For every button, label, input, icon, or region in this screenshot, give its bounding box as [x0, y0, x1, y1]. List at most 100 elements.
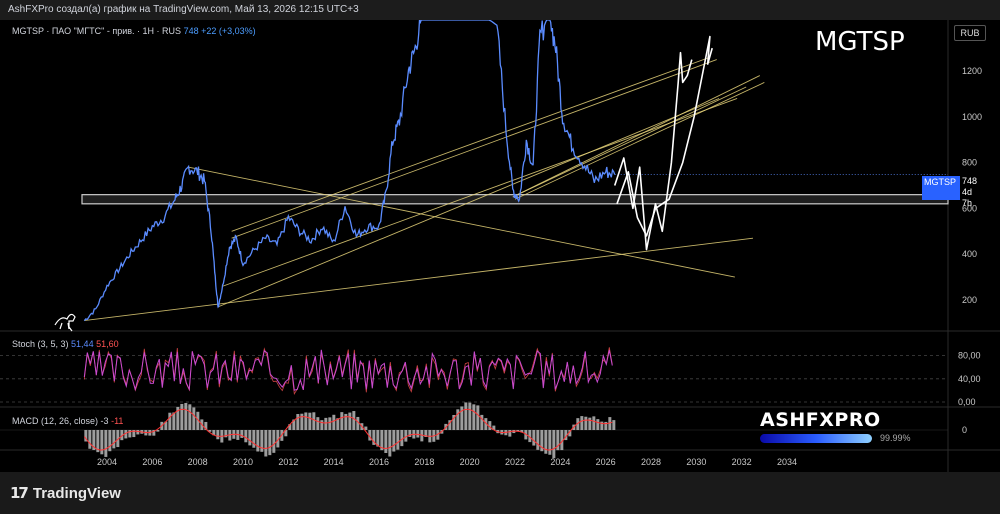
forecast-drawing	[613, 51, 693, 251]
trend-line	[84, 237, 754, 322]
currency-button[interactable]: RUB	[954, 25, 986, 41]
macd-label: MACD (12, 26, close)	[12, 416, 99, 426]
macd-histogram-bar	[264, 430, 268, 457]
macd-histogram-bar	[384, 430, 388, 454]
macd-histogram-bar	[248, 430, 252, 446]
trend-line	[188, 166, 735, 278]
macd-histogram-bar	[532, 430, 536, 446]
stoch-legend[interactable]: Stoch (3, 5, 3) 51,44 51,60	[12, 339, 119, 349]
macd-histogram-bar	[392, 430, 396, 452]
price-tag: MGTSP 748 4d 7h	[922, 176, 977, 208]
macd-histogram-bar	[216, 430, 220, 440]
macd-histogram-bar	[112, 430, 116, 449]
macd-histogram-bar	[472, 404, 476, 430]
y-tick-label: 1000	[962, 112, 982, 122]
price-change: +22 (+3,03%)	[201, 26, 256, 36]
macd-histogram-bar	[312, 412, 316, 430]
macd-histogram-bar	[180, 403, 184, 430]
macd-histogram-bar	[240, 430, 244, 438]
ticker-watermark: MGTSP	[815, 27, 905, 57]
macd-histogram-bar	[588, 417, 592, 430]
y-tick-label: 400	[962, 249, 977, 259]
macd-histogram-bar	[104, 430, 108, 457]
macd-histogram-bar	[584, 416, 588, 430]
trend-line	[222, 98, 738, 287]
macd-histogram-bar	[596, 419, 600, 430]
macd-histogram-bar	[172, 412, 176, 430]
macd-histogram-bar	[612, 420, 616, 430]
macd-histogram-bar	[316, 417, 320, 430]
macd-histogram-bar	[188, 404, 192, 430]
macd-histogram-bar	[88, 430, 92, 449]
x-tick-label: 2016	[369, 457, 389, 467]
y-tick-label: 1200	[962, 66, 982, 76]
price-line[interactable]	[83, 20, 616, 322]
macd-axis-label: 0	[962, 425, 967, 435]
stoch-k-value: 51,44	[71, 339, 94, 349]
macd-histogram-bar	[328, 417, 332, 430]
macd-histogram-bar	[536, 430, 540, 450]
trend-line	[231, 56, 711, 232]
macd-value-2: -11	[111, 416, 124, 426]
x-tick-label: 2026	[596, 457, 616, 467]
macd-legend[interactable]: MACD (12, 26, close) -3 -11	[12, 416, 123, 426]
macd-histogram-bar	[592, 416, 596, 430]
x-tick-label: 2032	[732, 457, 752, 467]
x-tick-label: 2008	[188, 457, 208, 467]
macd-histogram-bar	[192, 407, 196, 430]
symbol-label: MGTSP · ПАО "МГТС" - прив. · 1Н · RUS	[12, 26, 182, 36]
x-tick-label: 2018	[414, 457, 434, 467]
price-tag-symbol: MGTSP	[924, 177, 957, 187]
macd-histogram-bar	[508, 430, 512, 437]
macd-histogram-bar	[324, 417, 328, 430]
macd-histogram-bar	[464, 402, 468, 430]
stoch-axis-label: 0,00	[958, 397, 976, 407]
x-tick-label: 2034	[777, 457, 797, 467]
macd-histogram-bar	[272, 430, 276, 453]
stoch-d-value: 51,60	[96, 339, 119, 349]
macd-histogram-bar	[348, 412, 352, 430]
brand-progress-bar	[760, 434, 872, 443]
macd-histogram-bar	[388, 430, 392, 457]
x-tick-label: 2006	[142, 457, 162, 467]
macd-histogram-bar	[548, 430, 552, 455]
x-tick-label: 2024	[550, 457, 570, 467]
doodle-icon	[54, 313, 76, 332]
symbol-legend[interactable]: MGTSP · ПАО "МГТС" - прив. · 1Н · RUS 74…	[12, 26, 256, 36]
chart-canvas[interactable]: 200400600800100012002004 2006 2008 2010 2012…	[0, 20, 1000, 472]
macd-histogram-bar	[296, 414, 300, 430]
macd-histogram-bar	[396, 430, 400, 450]
macd-histogram-bar	[100, 430, 104, 455]
macd-histogram-bar	[332, 414, 336, 430]
macd-histogram-bar	[552, 430, 556, 459]
macd-histogram-bar	[352, 411, 356, 430]
footer-bar	[0, 472, 1000, 514]
macd-histogram-bar	[400, 430, 404, 447]
tradingview-logo[interactable]: 17 TradingView	[10, 484, 121, 502]
macd-value-1: -3	[100, 416, 109, 426]
brand-logo: ASHFXPRO	[760, 409, 881, 431]
macd-histogram-bar	[268, 430, 272, 456]
macd-histogram-bar	[476, 405, 480, 430]
macd-histogram-bar	[300, 413, 304, 430]
x-tick-label: 2012	[278, 457, 298, 467]
price-tag-value: 748 4d 7h	[962, 176, 978, 208]
stoch-axis-label: 80,00	[958, 351, 981, 361]
x-tick-label: 2028	[641, 457, 661, 467]
stoch-axis-label: 40,00	[958, 374, 981, 384]
macd-histogram-bar	[320, 420, 324, 430]
brand-percent: 99.99%	[880, 433, 911, 443]
x-tick-label: 2030	[686, 457, 706, 467]
x-tick-label: 2020	[460, 457, 480, 467]
tradingview-logo-text: TradingView	[32, 484, 121, 502]
stoch-label: Stoch (3, 5, 3)	[12, 339, 69, 349]
y-tick-label: 200	[962, 295, 977, 305]
macd-histogram-bar	[252, 430, 256, 448]
x-tick-label: 2004	[97, 457, 117, 467]
last-price: 748	[183, 26, 199, 36]
x-tick-label: 2022	[505, 457, 525, 467]
macd-histogram-bar	[304, 412, 308, 430]
macd-histogram-bar	[308, 412, 312, 430]
trend-line	[514, 82, 765, 200]
chart-header: AshFXPro создал(а) график на TradingView…	[0, 0, 1000, 20]
